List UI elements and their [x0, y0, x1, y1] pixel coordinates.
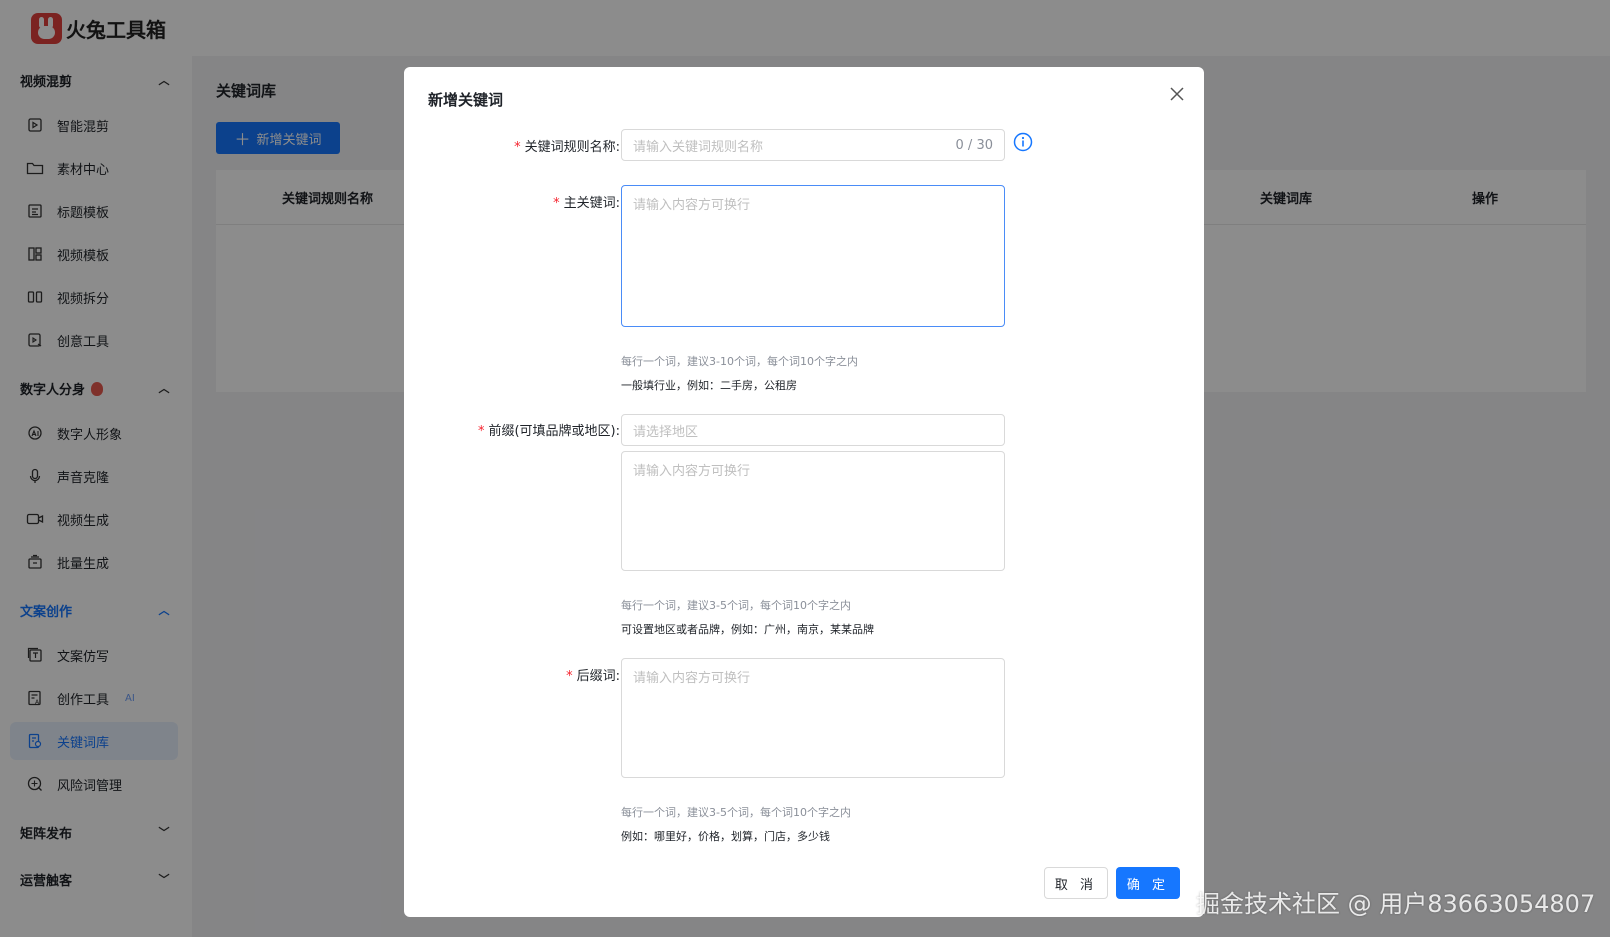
- app-root: 火兔工具箱 视频混剪 ︿ 智能混剪 素材中心 标题模板 视频模板 视频拆分 创意…: [0, 0, 1610, 937]
- char-counter: 0 / 30: [955, 137, 993, 153]
- suffix-textarea[interactable]: 请输入内容方可换行: [621, 658, 1005, 778]
- suffix-example: 例如：哪里好，价格，划算，门店，多少钱: [621, 830, 830, 843]
- rule-name-label: * 关键词规则名称:: [514, 140, 620, 155]
- main-keyword-example: 一般填行业，例如：二手房，公租房: [621, 379, 797, 392]
- main-keyword-hint: 每行一个词，建议3-10个词，每个词10个字之内: [621, 355, 858, 368]
- close-icon[interactable]: [1166, 83, 1188, 105]
- rule-name-input[interactable]: 请输入关键词规则名称 0 / 30: [621, 129, 1005, 161]
- info-icon[interactable]: [1013, 132, 1033, 152]
- suffix-label: * 后缀词:: [566, 669, 620, 684]
- prefix-hint: 每行一个词，建议3-5个词，每个词10个字之内: [621, 599, 851, 612]
- prefix-textarea[interactable]: 请输入内容方可换行: [621, 451, 1005, 571]
- prefix-example: 可设置地区或者品牌，例如：广州，南京，某某品牌: [621, 623, 874, 636]
- suffix-hint: 每行一个词，建议3-5个词，每个词10个字之内: [621, 806, 851, 819]
- region-select[interactable]: 请选择地区: [621, 414, 1005, 446]
- main-keyword-label: * 主关键词:: [553, 196, 620, 211]
- watermark: 掘金技术社区 @ 用户83663054807: [1196, 890, 1596, 918]
- main-keyword-textarea[interactable]: 请输入内容方可换行: [621, 185, 1005, 327]
- prefix-label: * 前缀(可填品牌或地区):: [477, 424, 620, 439]
- confirm-button[interactable]: 确 定: [1116, 867, 1180, 899]
- add-keyword-dialog: 新增关键词 * 关键词规则名称: 请输入关键词规则名称 0 / 30 * 主关键词:…: [404, 67, 1204, 917]
- cancel-button[interactable]: 取 消: [1044, 867, 1108, 899]
- dialog-title: 新增关键词: [428, 91, 504, 109]
